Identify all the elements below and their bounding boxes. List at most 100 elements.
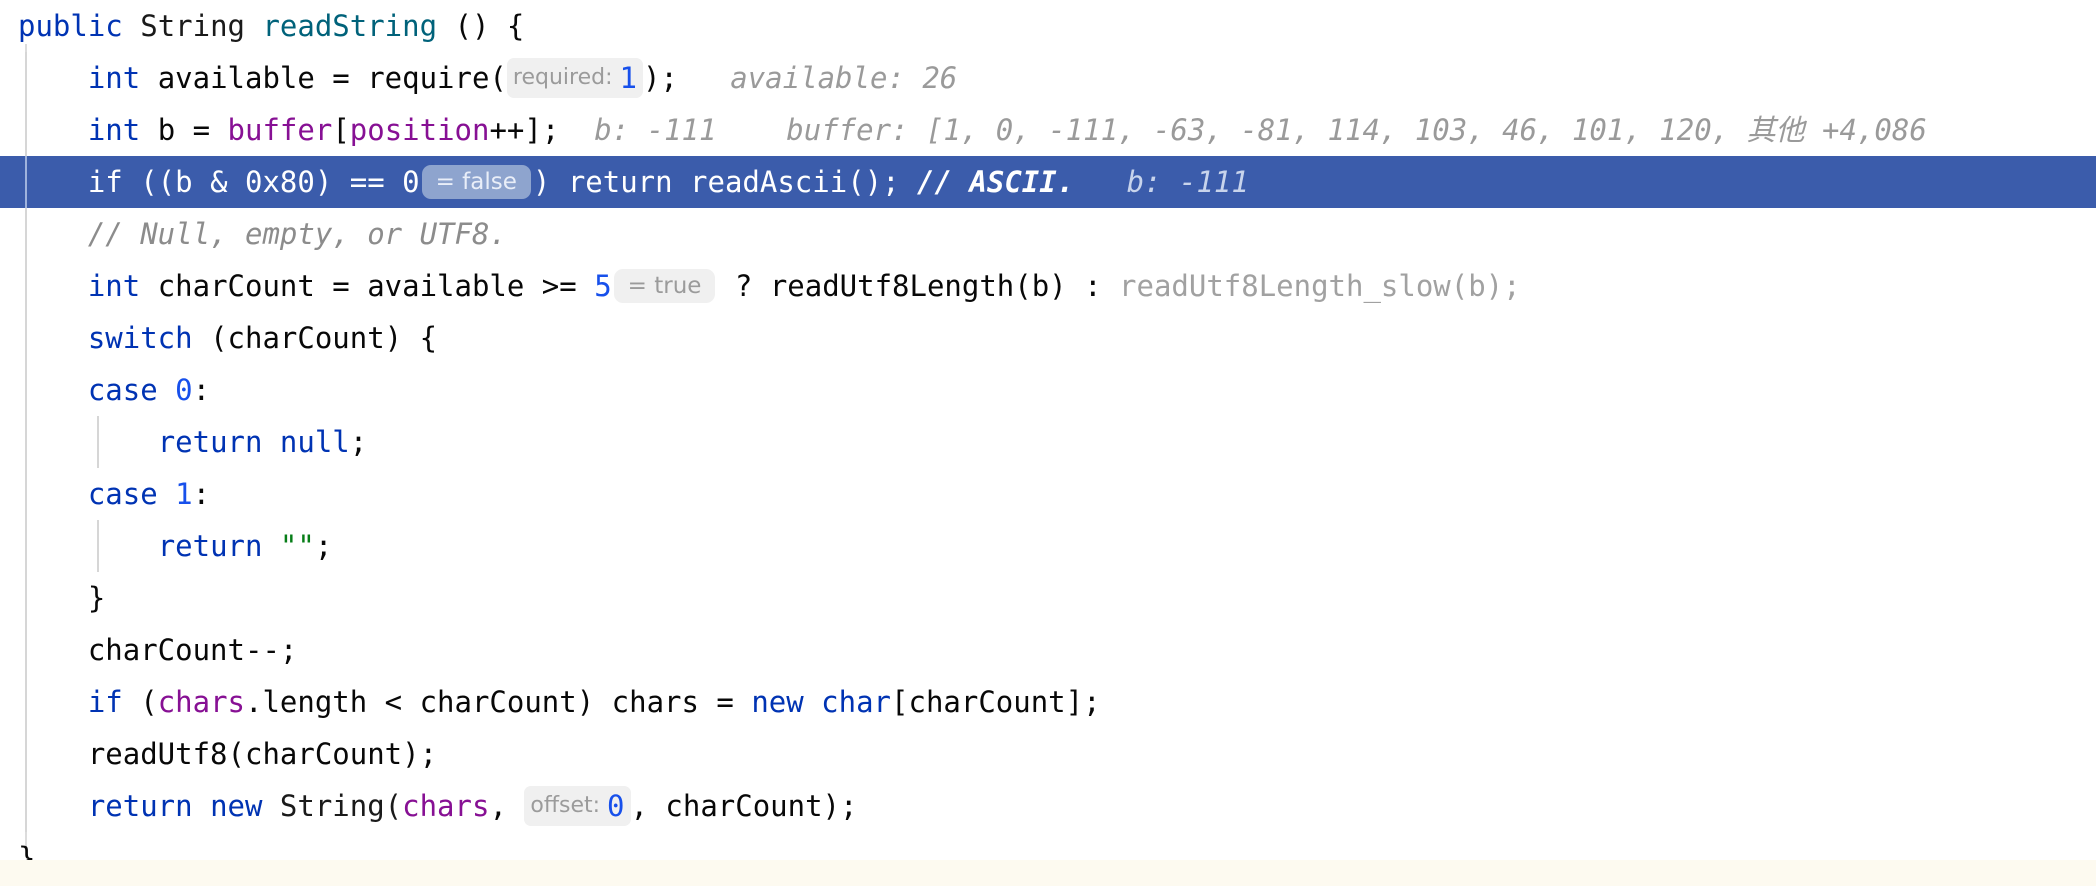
keyword-return: return [550, 165, 673, 199]
indent-spaces [18, 737, 88, 771]
inline-evaluation-pill-true[interactable]: = true [613, 269, 716, 303]
switch-subject: (charCount) { [192, 321, 438, 355]
string-literal-empty: "" [262, 529, 315, 563]
indent-spaces [18, 633, 88, 667]
case-literal-0: 0 [175, 373, 193, 407]
code-line-5[interactable]: // Null, empty, or UTF8. [0, 208, 2096, 260]
code-line-14[interactable]: if (chars.length < charCount) chars = ne… [0, 676, 2096, 728]
gap2 [716, 113, 786, 147]
code-line-16[interactable]: return new String(chars, offset: 0, charC… [0, 780, 2096, 832]
code-line-4-current-execution[interactable]: if ((b & 0x80) == 0 = false) return readA… [0, 156, 2096, 208]
indent-guide [25, 572, 27, 624]
paren-open: ( [122, 685, 158, 719]
code-line-13[interactable]: charCount--; [0, 624, 2096, 676]
indent-guide [25, 780, 27, 832]
indent-guide [25, 52, 27, 104]
param-hint-label: required: [512, 65, 613, 90]
comment-null-empty-utf8: // Null, empty, or UTF8. [87, 217, 507, 251]
charcount-expression: charCount = available >= [140, 269, 595, 303]
code-line-10[interactable]: case 1: [0, 468, 2096, 520]
indent-guide [25, 676, 27, 728]
indent-spaces [18, 425, 158, 459]
inline-evaluation-pill-false[interactable]: = false [421, 165, 531, 199]
call-readutf8: readUtf8(charCount); [87, 737, 438, 771]
keyword-int: int [87, 269, 141, 303]
code-line-8[interactable]: case 0: [0, 364, 2096, 416]
declaration-available: available = require( [140, 61, 507, 95]
case-colon: : [192, 477, 211, 511]
literal-5: 5 [594, 269, 612, 303]
literal-0: 0 [607, 789, 625, 823]
comma: , [489, 789, 525, 823]
array-size: [charCount]; [891, 685, 1101, 719]
paren-close: ) [532, 165, 551, 199]
indent-spaces [18, 61, 88, 95]
indent-guide [25, 728, 27, 780]
inline-debug-b[interactable]: b: -111 [594, 113, 716, 147]
code-line-7[interactable]: switch (charCount) { [0, 312, 2096, 364]
code-editor-pane[interactable]: public String readString () { int availa… [0, 0, 2096, 886]
keyword-if: if [87, 685, 123, 719]
indent-guide [25, 260, 27, 312]
statement-tail: ); [642, 61, 678, 95]
indent-spaces [18, 113, 88, 147]
indent-spaces [18, 165, 88, 199]
indent-spaces [18, 789, 88, 823]
keyword-public: public [18, 9, 123, 43]
type-string: String [140, 9, 245, 43]
inline-debug-buffer[interactable]: buffer: [1, 0, -111, -63, -81, 114, 103,… [786, 113, 1927, 147]
code-line-11[interactable]: return ""; [0, 520, 2096, 572]
code-line-3[interactable]: int b = buffer[position++]; b: -111 buff… [0, 104, 2096, 156]
indent-spaces [18, 581, 88, 615]
field-chars: chars [402, 789, 490, 823]
indent-guide [25, 468, 27, 520]
code-line-1[interactable]: public String readString () { [0, 0, 2096, 52]
indent-guide [25, 624, 27, 676]
call-readascii: readAscii(); [672, 165, 900, 199]
code-line-12[interactable]: } [0, 572, 2096, 624]
field-buffer: buffer [227, 113, 333, 147]
code-line-15[interactable]: readUtf8(charCount); [0, 728, 2096, 780]
inline-debug-available[interactable]: available: 26 [730, 61, 957, 95]
constructor-string: String( [262, 789, 403, 823]
keyword-return: return [157, 529, 263, 563]
code-line-9[interactable]: return null; [0, 416, 2096, 468]
literal-1: 1 [619, 61, 637, 95]
param-hint-required[interactable]: required: 1 [506, 58, 643, 98]
semicolon: ; [349, 425, 368, 459]
inline-debug-b-selected[interactable]: b: -111 [1127, 165, 1249, 199]
indent-spaces [18, 269, 88, 303]
indent-guide [25, 156, 27, 208]
bracket-open: [ [332, 113, 350, 147]
indent-spaces [18, 529, 158, 563]
code-line-2[interactable]: int available = require(required: 1); ava… [0, 52, 2096, 104]
indent-spaces [18, 477, 88, 511]
keyword-return: return [157, 425, 263, 459]
indent-guide [25, 416, 27, 468]
case-colon: : [192, 373, 211, 407]
indent-guide [25, 104, 27, 156]
keyword-new: new [192, 789, 263, 823]
field-position: position [349, 113, 490, 147]
indent-guide [25, 208, 27, 260]
param-hint-offset[interactable]: offset: 0 [524, 786, 631, 826]
code-lines-container[interactable]: public String readString () { int availa… [0, 0, 2096, 884]
param-hint-label: offset: [530, 793, 601, 818]
ternary-expression: ? readUtf8Length(b) : [717, 269, 1120, 303]
case-literal-1: 1 [175, 477, 193, 511]
keyword-null: null [262, 425, 350, 459]
semicolon: ; [314, 529, 333, 563]
space-1 [123, 9, 140, 43]
indent-guide [25, 520, 27, 572]
indent-guide [97, 416, 99, 468]
method-parens: () { [437, 9, 525, 43]
keyword-switch: switch [87, 321, 193, 355]
code-line-6[interactable]: int charCount = available >= 5 = true ? r… [0, 260, 2096, 312]
keyword-new: new [751, 685, 804, 719]
method-name-readstring: readString [262, 9, 438, 43]
